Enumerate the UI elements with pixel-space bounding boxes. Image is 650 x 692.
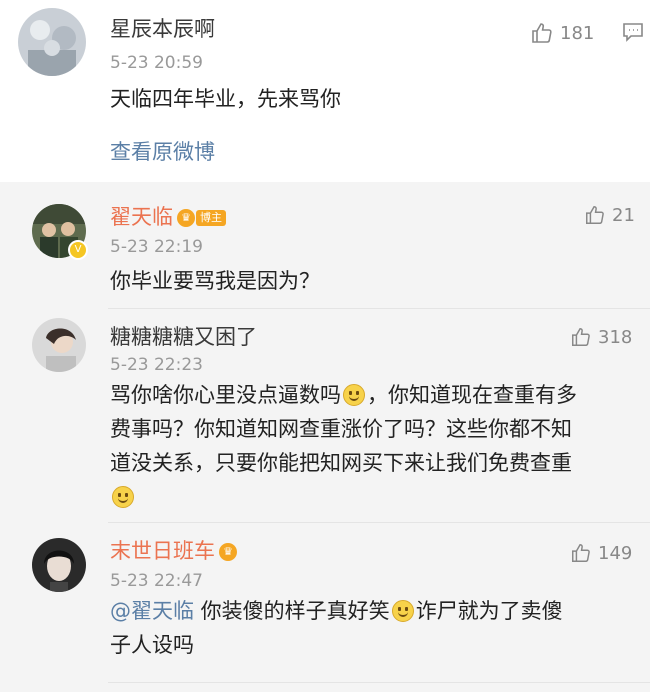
divider bbox=[108, 308, 650, 309]
avatar[interactable] bbox=[18, 8, 86, 76]
emoji-smile-icon bbox=[112, 486, 134, 508]
reply-time: 5-23 22:19 bbox=[110, 237, 203, 257]
comment-text: 天临四年毕业，先来骂你 bbox=[110, 87, 341, 111]
replies-section: V 翟天临 ♛ 博主 5-23 22:19 21 你毕业要骂我是因为？ 糖糖糖糖又困… bbox=[0, 182, 650, 692]
reply-author[interactable]: 糖糖糖糖又困了 bbox=[110, 324, 257, 350]
emoji-grin-sweat-icon bbox=[391, 600, 414, 622]
comment-time: 5-23 20:59 bbox=[110, 53, 203, 73]
thumb-up-icon bbox=[572, 328, 590, 346]
like-button[interactable]: 318 bbox=[570, 324, 632, 350]
like-button[interactable]: 181 bbox=[530, 20, 594, 46]
reply-text: 骂你啥你心里没点逼数吗 ，你知道现在查重有多 费事吗？你知道知网查重涨价了吗？这些… bbox=[110, 378, 640, 514]
vip-crown-icon: ♛ bbox=[219, 543, 237, 561]
avatar[interactable] bbox=[32, 538, 86, 592]
like-count: 149 bbox=[598, 542, 633, 564]
reply-text: 你毕业要骂我是因为？ bbox=[110, 269, 320, 293]
mention-link[interactable]: @翟天临 bbox=[110, 599, 194, 623]
reply-author[interactable]: 翟天临 ♛ 博主 bbox=[110, 204, 226, 230]
comment-icon[interactable] bbox=[622, 21, 644, 47]
avatar[interactable] bbox=[32, 318, 86, 372]
like-button[interactable]: 149 bbox=[570, 540, 632, 566]
blogger-badge: ♛ 博主 bbox=[177, 209, 226, 227]
like-count: 318 bbox=[598, 326, 633, 348]
reply-text: @翟天临 你装傻的样子真好笑 诈尸就为了卖傻 子人设吗 bbox=[110, 599, 563, 657]
thumb-up-icon bbox=[572, 544, 590, 562]
emoji-smile-icon bbox=[343, 384, 365, 406]
view-original-link[interactable]: 查看原微博 bbox=[110, 136, 215, 166]
divider bbox=[108, 682, 650, 683]
like-button[interactable]: 21 bbox=[584, 202, 635, 228]
reply-time: 5-23 22:47 bbox=[110, 571, 203, 591]
vip-crown-icon: ♛ bbox=[177, 209, 195, 227]
like-count: 21 bbox=[612, 204, 635, 226]
vip-crown-icon: V bbox=[68, 240, 88, 260]
reply-author[interactable]: 末世日班车 ♛ bbox=[110, 538, 237, 564]
thumb-up-icon bbox=[532, 23, 552, 43]
comment-author[interactable]: 星辰本辰啊 bbox=[110, 16, 215, 42]
reply-time: 5-23 22:23 bbox=[110, 355, 203, 375]
divider bbox=[108, 522, 650, 523]
vip-badge: ♛ bbox=[219, 543, 237, 561]
original-comment: 星辰本辰啊 5-23 20:59 181 天临四年毕业，先来骂你 查看原微博 bbox=[0, 0, 650, 182]
like-count: 181 bbox=[560, 22, 595, 44]
thumb-up-icon bbox=[586, 206, 604, 224]
